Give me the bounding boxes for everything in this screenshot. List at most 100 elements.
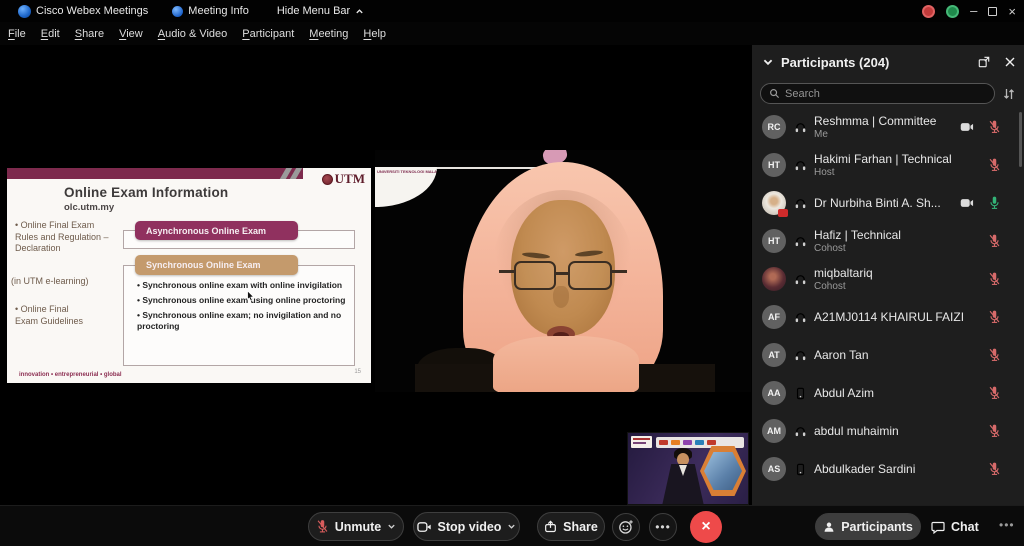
shared-slide: Online Exam Information olc.utm.my UTM O…: [7, 168, 371, 383]
participant-row[interactable]: RC Reshmma | Committee Me: [752, 108, 1024, 146]
participants-panel: Participants (204) Search RC Reshmma | C…: [752, 45, 1024, 505]
mic-muted-icon[interactable]: [988, 119, 1001, 135]
participant-row[interactable]: AA Abdul Azim: [752, 374, 1024, 412]
phone-icon: [794, 463, 807, 476]
participant-row[interactable]: AM abdul muhaimin: [752, 412, 1024, 450]
participant-row[interactable]: AT Aaron Tan: [752, 336, 1024, 374]
slide-header-band: [7, 168, 303, 179]
slide-title: Online Exam Information: [64, 185, 229, 200]
participant-row[interactable]: HT Hafiz | Technical Cohost: [752, 222, 1024, 260]
video-camera-icon: [417, 521, 432, 533]
minimize-button[interactable]: –: [970, 4, 977, 17]
menu-file[interactable]: File: [8, 28, 26, 40]
avatar: HT: [762, 153, 786, 177]
share-button[interactable]: Share: [537, 512, 605, 541]
chevron-down-icon: [387, 522, 396, 531]
control-toolbar: Unmute Stop video Share ••• × Participan…: [0, 505, 1024, 546]
smiley-icon: [618, 519, 634, 535]
menu-share[interactable]: Share: [75, 28, 104, 40]
close-window-button[interactable]: ×: [1008, 4, 1016, 19]
avatar-photo: [762, 191, 788, 217]
titlebar: Cisco Webex Meetings Meeting Info Hide M…: [0, 0, 1024, 22]
participant-row[interactable]: Dr Nurbiha Binti A. Sh...: [752, 184, 1024, 222]
mic-muted-icon[interactable]: [988, 423, 1001, 439]
headset-icon: [794, 349, 807, 362]
panel-options-button[interactable]: •••: [999, 518, 1015, 532]
speaker-glasses: [514, 261, 556, 290]
utm-emblem-icon: [321, 173, 333, 185]
avatar: AT: [762, 343, 786, 367]
close-panel-icon[interactable]: [1004, 56, 1016, 68]
search-placeholder: Search: [785, 87, 820, 100]
camera-on-icon: [960, 197, 974, 209]
avatar: HT: [762, 229, 786, 253]
search-icon: [769, 88, 780, 99]
share-icon: [544, 520, 557, 533]
mouse-cursor-icon: [246, 290, 256, 302]
thumbnail-video[interactable]: [627, 432, 749, 505]
menu-meeting[interactable]: Meeting: [309, 28, 348, 40]
stop-video-button[interactable]: Stop video: [413, 512, 520, 541]
panel-scrollbar[interactable]: [1019, 112, 1022, 167]
mic-muted-icon[interactable]: [988, 233, 1001, 249]
mic-muted-icon[interactable]: [988, 347, 1001, 363]
participant-row[interactable]: miqbaltariq Cohost: [752, 260, 1024, 298]
menu-participant[interactable]: Participant: [242, 28, 294, 40]
mic-muted-icon[interactable]: [988, 157, 1001, 173]
mic-muted-icon[interactable]: [988, 385, 1001, 401]
health-indicator-icon[interactable]: [946, 4, 960, 18]
ellipsis-icon: •••: [655, 520, 671, 534]
headset-icon: [794, 273, 807, 286]
headset-icon: [794, 197, 807, 210]
menu-audio-video[interactable]: Audio & Video: [158, 28, 228, 40]
sync-exam-header: Synchronous Online Exam: [135, 255, 298, 275]
collapse-panel-icon[interactable]: [762, 56, 774, 68]
reactions-button[interactable]: [612, 513, 640, 541]
headset-icon: [794, 159, 807, 172]
async-exam-header: Asynchronous Online Exam: [135, 221, 298, 240]
hide-menu-bar-label: Hide Menu Bar: [276, 5, 351, 17]
headset-icon: [794, 235, 807, 248]
avatar: AA: [762, 381, 786, 405]
menu-help[interactable]: Help: [363, 28, 386, 40]
menu-view[interactable]: View: [119, 28, 143, 40]
record-indicator-icon[interactable]: [922, 4, 936, 18]
video-stage: Online Exam Information olc.utm.my UTM O…: [0, 45, 752, 505]
participant-row[interactable]: AS Abdulkader Sardini: [752, 450, 1024, 488]
app-menu[interactable]: Cisco Webex Meetings: [18, 4, 149, 18]
sort-participants-icon[interactable]: [1002, 87, 1016, 101]
menu-edit[interactable]: Edit: [41, 28, 60, 40]
webex-logo-icon: [18, 4, 31, 18]
participants-toggle-button[interactable]: Participants: [815, 513, 921, 540]
meeting-info-label: Meeting Info: [188, 5, 249, 17]
meeting-info-button[interactable]: Meeting Info: [172, 5, 249, 17]
sync-bullet-list: Synchronous online exam with online invi…: [137, 280, 349, 336]
chat-toggle-button[interactable]: Chat: [931, 512, 979, 541]
meeting-info-icon: [172, 5, 184, 17]
phone-icon: [794, 387, 807, 400]
chevron-up-icon: [355, 7, 364, 16]
hide-menu-bar-button[interactable]: Hide Menu Bar: [277, 5, 364, 17]
leave-meeting-button[interactable]: ×: [690, 511, 722, 543]
mic-muted-icon[interactable]: [988, 309, 1001, 325]
avatar: AM: [762, 419, 786, 443]
more-options-button[interactable]: •••: [649, 513, 677, 541]
participant-row[interactable]: AF A21MJ0114 KHAIRUL FAIZI: [752, 298, 1024, 336]
chevron-down-icon: [507, 522, 516, 531]
app-title: Cisco Webex Meetings: [36, 5, 149, 17]
headset-icon: [794, 121, 807, 134]
mic-muted-icon[interactable]: [988, 271, 1001, 287]
webex-window: Cisco Webex Meetings Meeting Info Hide M…: [0, 0, 1024, 546]
popout-panel-icon[interactable]: [978, 56, 990, 68]
headset-icon: [794, 425, 807, 438]
avatar-photo: [762, 267, 786, 291]
maximize-button[interactable]: [988, 6, 998, 16]
mic-on-icon[interactable]: [988, 195, 1001, 211]
participant-row[interactable]: HT Hakimi Farhan | Technical Host: [752, 146, 1024, 184]
slide-corner-overlay: UNIVERSITI TEKNOLOGI MALAYSIA: [375, 167, 437, 207]
slide-page-number: 15: [354, 369, 361, 375]
mic-muted-icon[interactable]: [988, 461, 1001, 477]
participant-search-input[interactable]: Search: [760, 83, 995, 104]
chat-bubble-icon: [931, 520, 945, 534]
unmute-button[interactable]: Unmute: [308, 512, 404, 541]
